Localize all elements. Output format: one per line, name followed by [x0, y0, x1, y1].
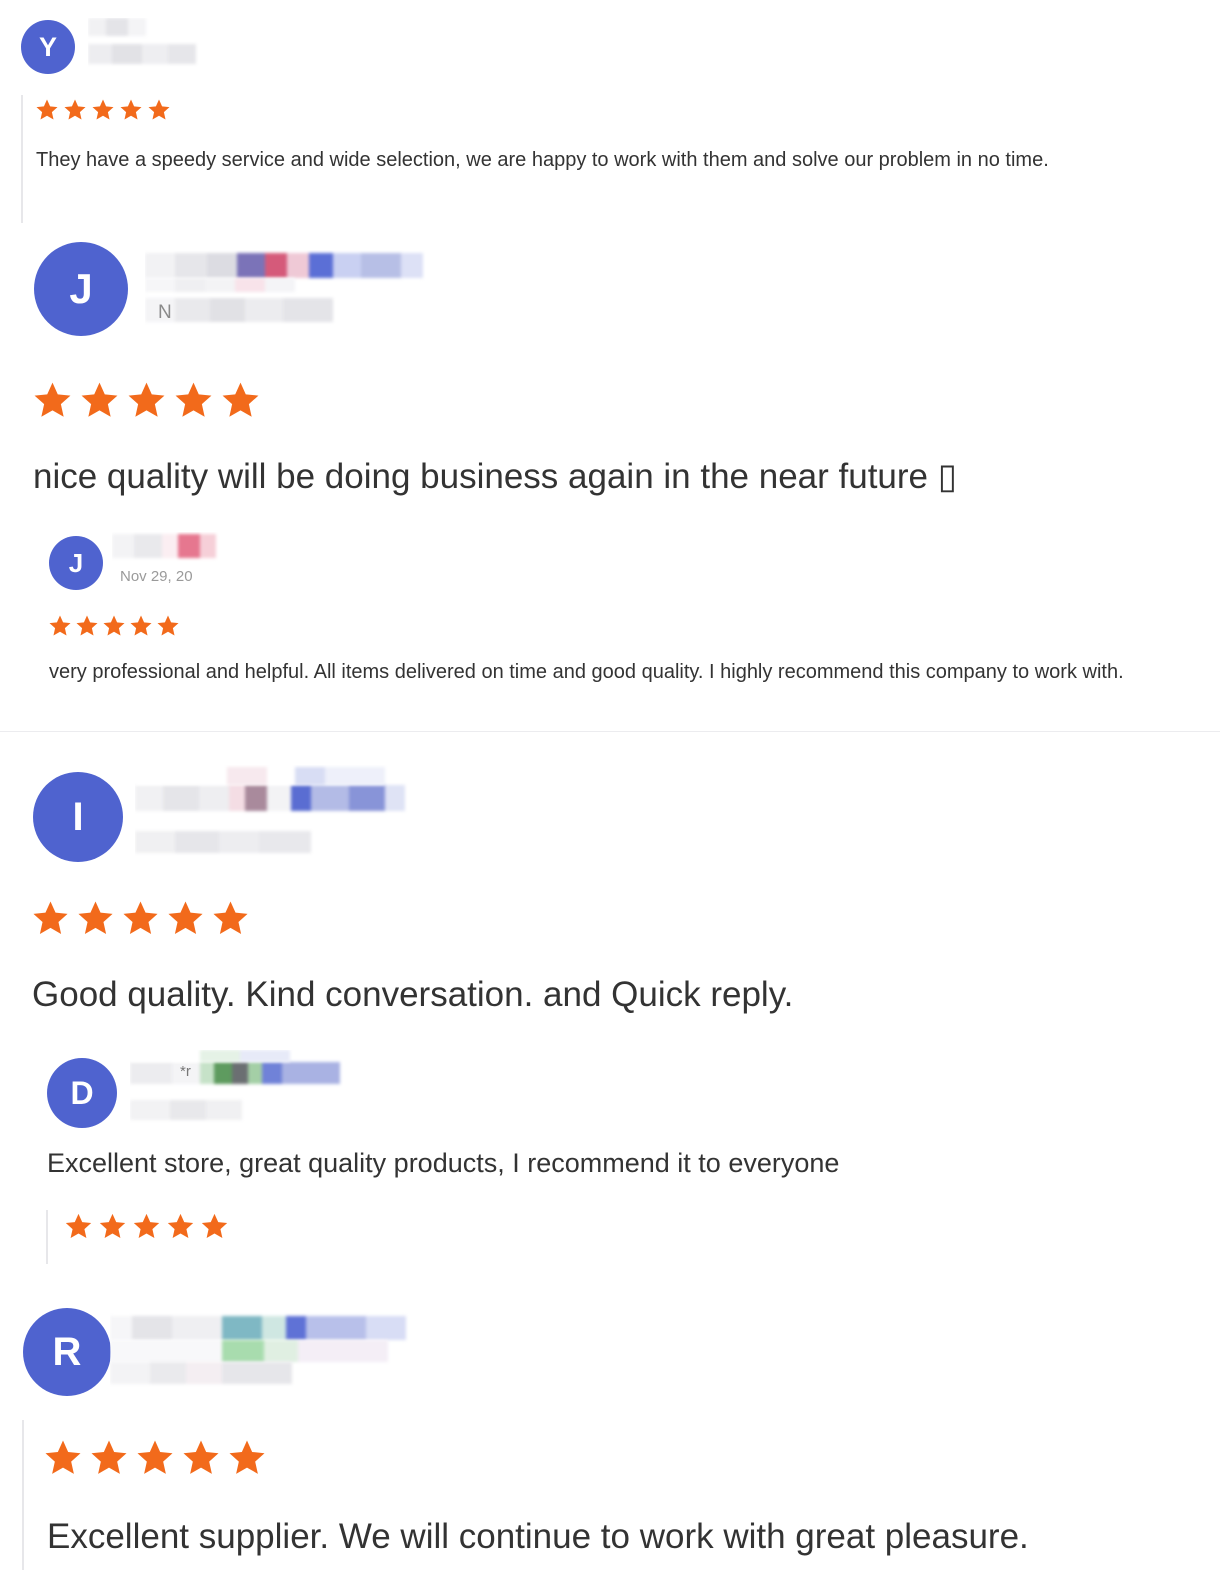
star-icon	[123, 901, 158, 934]
star-icon	[222, 382, 259, 417]
star-icon	[130, 615, 152, 636]
avatar: D	[47, 1058, 117, 1128]
reviewer-name-pixelated	[110, 1310, 430, 1390]
star-icon	[167, 1213, 194, 1238]
star-icon	[183, 1440, 219, 1474]
star-rating	[32, 380, 261, 421]
star-icon	[36, 99, 58, 120]
star-icon	[34, 382, 71, 417]
review-text: very professional and helpful. All items…	[49, 661, 1124, 683]
avatar: R	[23, 1308, 111, 1396]
star-icon	[157, 615, 179, 636]
reviewer-name-pixelated	[130, 1050, 360, 1126]
review-text: They have a speedy service and wide sele…	[36, 149, 1049, 171]
star-icon	[33, 901, 68, 934]
reviewer-name-fragment: *r	[180, 1063, 191, 1080]
star-icon	[81, 382, 118, 417]
review-divider-line	[22, 1420, 24, 1570]
star-rating	[64, 1212, 229, 1241]
star-icon	[49, 615, 71, 636]
avatar: Y	[21, 20, 75, 74]
reviewer-name-fragment: N	[158, 302, 172, 323]
star-icon	[65, 1213, 92, 1238]
review-text: Excellent store, great quality products,…	[47, 1148, 840, 1178]
star-icon	[91, 1440, 127, 1474]
star-icon	[137, 1440, 173, 1474]
review-text: Excellent supplier. We will continue to …	[47, 1517, 1029, 1556]
review-divider-line	[21, 95, 23, 223]
star-icon	[92, 99, 114, 120]
star-rating	[43, 1438, 267, 1478]
star-icon	[120, 99, 142, 120]
star-icon	[99, 1213, 126, 1238]
star-rating	[35, 98, 171, 122]
star-icon	[229, 1440, 265, 1474]
review-divider-line	[46, 1210, 48, 1264]
star-rating	[31, 899, 250, 938]
star-icon	[76, 615, 98, 636]
review-text: Good quality. Kind conversation. and Qui…	[32, 975, 794, 1014]
avatar: J	[34, 242, 128, 336]
star-icon	[148, 99, 170, 120]
star-icon	[128, 382, 165, 417]
star-icon	[213, 901, 248, 934]
reviews-list: Y They have a speedy service and wide se…	[0, 0, 1220, 1570]
star-icon	[45, 1440, 81, 1474]
review-text: nice quality will be doing business agai…	[33, 457, 957, 496]
avatar: J	[49, 536, 103, 590]
star-icon	[168, 901, 203, 934]
reviewer-name-pixelated	[145, 250, 450, 326]
star-icon	[103, 615, 125, 636]
reviewer-name-pixelated	[135, 765, 425, 857]
star-icon	[175, 382, 212, 417]
star-icon	[78, 901, 113, 934]
star-icon	[201, 1213, 228, 1238]
reviewer-name-pixelated	[88, 18, 200, 72]
star-rating	[48, 614, 180, 638]
star-icon	[133, 1213, 160, 1238]
reviewer-name-pixelated	[112, 532, 224, 562]
star-icon	[64, 99, 86, 120]
section-divider	[0, 731, 1220, 732]
review-date: Nov 29, 20	[120, 568, 193, 585]
avatar: I	[33, 772, 123, 862]
